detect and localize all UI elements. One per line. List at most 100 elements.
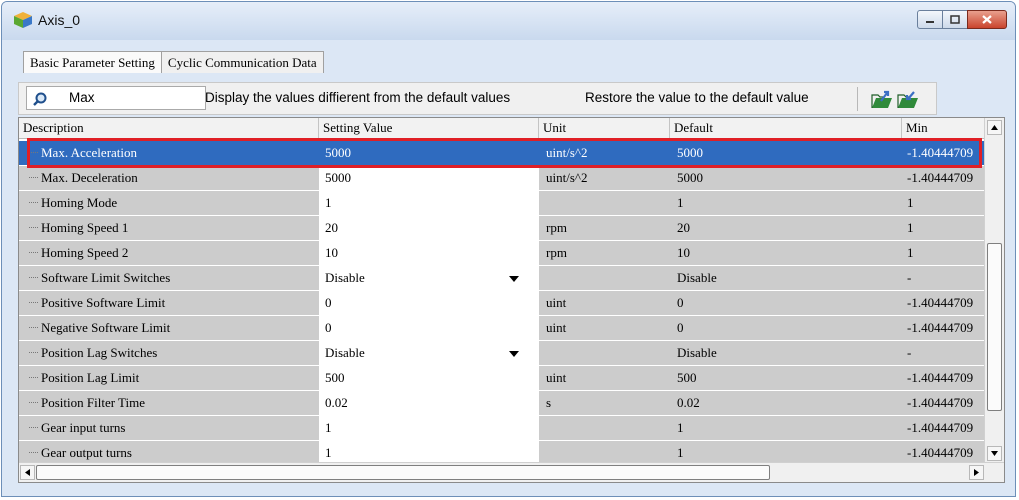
row-label: Negative Software Limit <box>41 320 171 335</box>
table-row[interactable]: Homing Speed 2 10 rpm 10 1 <box>19 241 985 265</box>
import-icon[interactable] <box>897 89 919 109</box>
row-label: Max. Deceleration <box>41 170 138 185</box>
cell-default: 1 <box>670 191 902 215</box>
row-label: Homing Speed 2 <box>41 245 129 260</box>
cell-setting-value[interactable]: 10 <box>319 241 539 265</box>
show-different-values-button[interactable]: Display the values diffierent from the d… <box>205 90 510 105</box>
table-row-max-acceleration[interactable]: Max. Acceleration 5000 uint/s^2 5000 -1.… <box>19 141 985 165</box>
cell-setting-value[interactable]: 5000 <box>319 166 539 190</box>
scroll-down-button[interactable] <box>987 446 1002 461</box>
cell-setting-value[interactable]: 20 <box>319 216 539 240</box>
cell-description: Position Lag Limit <box>19 366 319 390</box>
search-value: Max <box>69 90 95 105</box>
horizontal-scrollbar[interactable] <box>19 462 1004 482</box>
maximize-button[interactable] <box>942 10 968 29</box>
header-description[interactable]: Description <box>19 118 319 138</box>
app-cube-icon <box>14 12 32 28</box>
scroll-right-button[interactable] <box>969 465 984 480</box>
dropdown-arrow-icon[interactable] <box>509 351 519 357</box>
export-icon[interactable] <box>871 89 893 109</box>
minimize-icon <box>926 20 934 23</box>
table-row[interactable]: Position Lag Limit 500 uint 500 -1.40444… <box>19 366 985 390</box>
tab-cyclic-communication-data[interactable]: Cyclic Communication Data <box>160 51 324 73</box>
scroll-left-button[interactable] <box>20 465 35 480</box>
table-row[interactable]: Positive Software Limit 0 uint 0 -1.4044… <box>19 291 985 315</box>
table-row[interactable]: Negative Software Limit 0 uint 0 -1.4044… <box>19 316 985 340</box>
software-limit-select[interactable]: Disable <box>319 266 539 290</box>
cell-unit <box>539 266 670 290</box>
parameter-grid: Description Setting Value Unit Default M… <box>18 117 1005 483</box>
window-controls <box>917 10 1007 29</box>
vertical-scrollbar[interactable] <box>984 118 1004 463</box>
cell-default: 20 <box>670 216 902 240</box>
tab-basic-parameter-setting[interactable]: Basic Parameter Setting <box>23 51 162 73</box>
dropdown-arrow-icon[interactable] <box>509 276 519 282</box>
table-row[interactable]: Position Filter Time 0.02 s 0.02 -1.4044… <box>19 391 985 415</box>
cell-default: Disable <box>670 266 902 290</box>
position-lag-select[interactable]: Disable <box>319 341 539 365</box>
close-icon <box>982 15 992 24</box>
row-label: Gear output turns <box>41 445 132 460</box>
cell-default: 0 <box>670 316 902 340</box>
grid-header: Description Setting Value Unit Default M… <box>19 118 985 139</box>
title-bar[interactable]: Axis_0 <box>2 2 1015 40</box>
cell-min: -1.40444709 <box>902 141 985 165</box>
cell-min: 1 <box>902 241 985 265</box>
cell-min: -1.40444709 <box>902 291 985 315</box>
table-row[interactable]: Software Limit Switches Disable Disable … <box>19 266 985 290</box>
cell-setting-value[interactable]: 5000 <box>319 141 539 165</box>
cell-description: Positive Software Limit <box>19 291 319 315</box>
cell-min: -1.40444709 <box>902 316 985 340</box>
cell-description: Max. Acceleration <box>19 141 319 165</box>
select-value: Disable <box>325 345 365 360</box>
cell-description: Homing Mode <box>19 191 319 215</box>
header-default[interactable]: Default <box>670 118 902 138</box>
cell-min: -1.40444709 <box>902 416 985 440</box>
cell-description: Gear input turns <box>19 416 319 440</box>
row-label: Positive Software Limit <box>41 295 166 310</box>
cell-setting-value[interactable]: 0 <box>319 291 539 315</box>
row-label: Software Limit Switches <box>41 270 171 285</box>
close-button[interactable] <box>967 10 1007 29</box>
row-label: Position Lag Limit <box>41 370 140 385</box>
table-row[interactable]: Position Lag Switches Disable Disable - <box>19 341 985 365</box>
cell-min: 1 <box>902 216 985 240</box>
scroll-right-icon <box>974 469 979 476</box>
header-min[interactable]: Min <box>902 118 985 138</box>
header-unit[interactable]: Unit <box>539 118 670 138</box>
cell-default: 10 <box>670 241 902 265</box>
cell-setting-value[interactable]: 0 <box>319 316 539 340</box>
vertical-scroll-thumb[interactable] <box>987 243 1002 411</box>
horizontal-scroll-thumb[interactable] <box>36 465 770 480</box>
table-row[interactable]: Gear input turns 1 1 -1.40444709 <box>19 416 985 440</box>
cell-description: Homing Speed 2 <box>19 241 319 265</box>
cell-setting-value[interactable]: 1 <box>319 416 539 440</box>
header-setting-value[interactable]: Setting Value <box>319 118 539 138</box>
tab-strip: Basic Parameter Setting Cyclic Communica… <box>23 51 324 73</box>
cell-default: Disable <box>670 341 902 365</box>
search-input[interactable]: Max <box>26 86 206 110</box>
scroll-up-button[interactable] <box>987 120 1002 135</box>
cell-description: Position Lag Switches <box>19 341 319 365</box>
table-row[interactable]: Homing Mode 1 1 1 <box>19 191 985 215</box>
table-row[interactable]: Homing Speed 1 20 rpm 20 1 <box>19 216 985 240</box>
cell-setting-value[interactable]: 0.02 <box>319 391 539 415</box>
row-label: Max. Acceleration <box>41 145 138 160</box>
cell-default: 0.02 <box>670 391 902 415</box>
cell-default: 5000 <box>670 141 902 165</box>
minimize-button[interactable] <box>917 10 943 29</box>
cell-unit: rpm <box>539 241 670 265</box>
row-label: Homing Mode <box>41 195 118 210</box>
restore-default-button[interactable]: Restore the value to the default value <box>585 90 809 105</box>
cell-unit: uint <box>539 316 670 340</box>
toolbar-separator <box>857 87 858 111</box>
table-row[interactable]: Max. Deceleration 5000 uint/s^2 5000 -1.… <box>19 166 985 190</box>
toolbar: Max Display the values diffierent from t… <box>18 82 937 115</box>
row-label: Position Lag Switches <box>41 345 158 360</box>
cell-default: 1 <box>670 416 902 440</box>
cell-min: -1.40444709 <box>902 391 985 415</box>
cell-setting-value[interactable]: 500 <box>319 366 539 390</box>
cell-unit: uint <box>539 366 670 390</box>
row-label: Gear input turns <box>41 420 126 435</box>
cell-setting-value[interactable]: 1 <box>319 191 539 215</box>
